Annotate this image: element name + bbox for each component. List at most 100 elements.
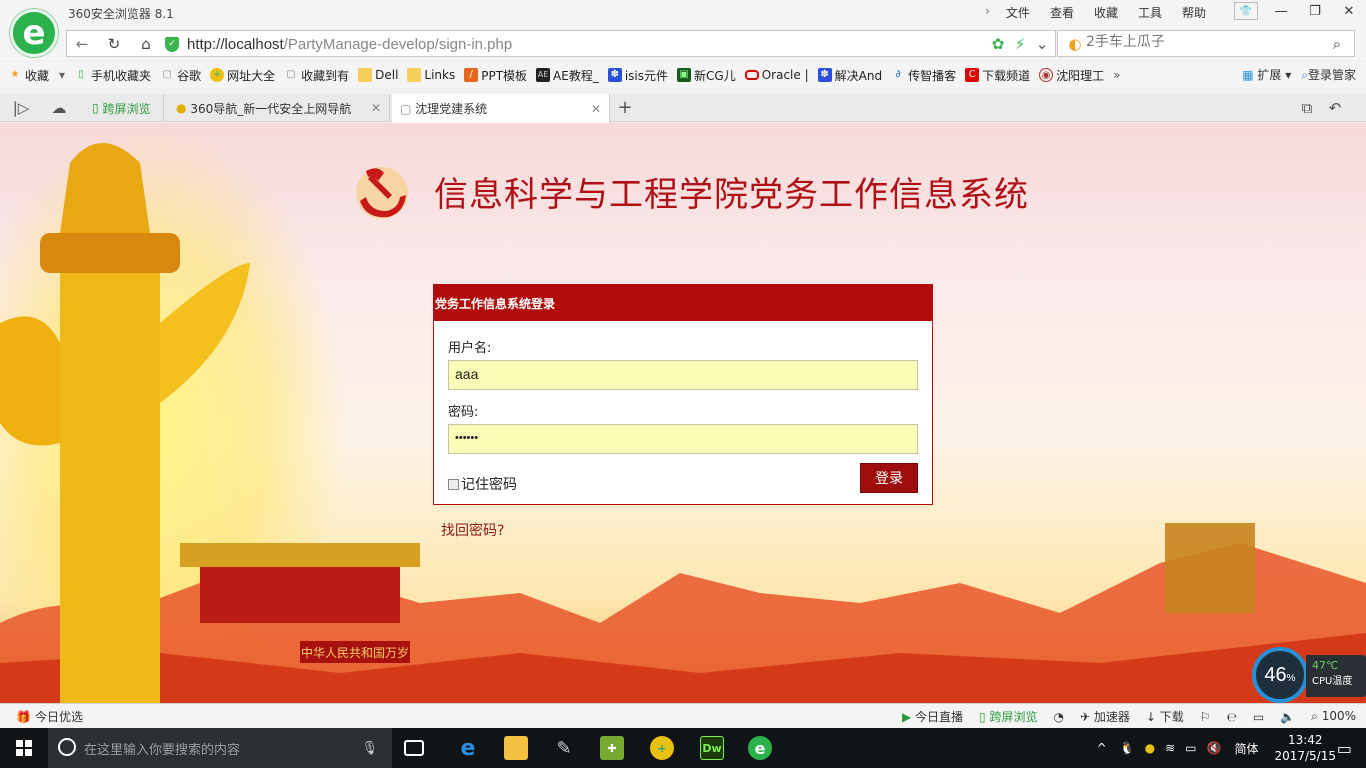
edge-icon[interactable]: e [456, 736, 480, 761]
username-input[interactable]: aaa [448, 360, 918, 390]
refresh-icon[interactable]: ↻ [101, 35, 127, 53]
paint-icon[interactable]: ✎ [552, 736, 576, 760]
login-button[interactable]: 登录 [860, 463, 918, 493]
360-tray-icon[interactable]: ● [1145, 741, 1155, 755]
menu-tools[interactable]: 工具 [1128, 4, 1172, 21]
bookmark-item[interactable]: + 网址大全 [210, 67, 275, 84]
menu-file[interactable]: 文件 [996, 4, 1040, 21]
dreamweaver-icon[interactable]: Dw [700, 736, 724, 760]
live-button[interactable]: ▶ 今日直播 [902, 708, 963, 725]
system-clock[interactable]: 13:42 2017/5/15 [1274, 732, 1336, 764]
bookmark-item[interactable]: ▣ 新CG儿 [677, 67, 736, 84]
bookmark-item[interactable]: ∂ 传智播客 [891, 67, 956, 84]
extensions-button[interactable]: ▦ 扩展 ▾ [1242, 66, 1291, 83]
puzzle-app-icon[interactable]: ✚ [600, 736, 624, 760]
search-icon[interactable]: ⌕ [1324, 35, 1350, 53]
new-tab-button[interactable]: + [612, 97, 638, 118]
close-tab-icon[interactable]: ✕ [371, 101, 381, 115]
tab-party-system[interactable]: ▢ 沈理党建系统 ✕ [392, 94, 610, 123]
chevron-down-icon[interactable]: ▾ [59, 68, 65, 82]
speaker-mute-icon[interactable]: 🔇 [1207, 741, 1222, 755]
zoom-icon: ⌕ [1311, 709, 1318, 723]
history-icon[interactable]: ◔ [1054, 710, 1064, 724]
password-label: 密码: [448, 405, 479, 420]
close-button[interactable]: ✕ [1332, 0, 1366, 22]
flag-icon[interactable]: ⚐ [1200, 710, 1211, 724]
battery-icon[interactable]: ▭ [1185, 741, 1196, 755]
accelerator-button[interactable]: ✈ 加速器 [1080, 708, 1130, 725]
file-explorer-icon[interactable] [504, 736, 528, 760]
zoom-control[interactable]: ⌕ 100% [1311, 709, 1356, 724]
wifi-icon[interactable]: ≋ [1165, 741, 1175, 755]
tab-cross-screen[interactable]: ▯ 跨屏浏览 [84, 94, 164, 122]
menu-bar: › 文件 查看 收藏 工具 帮助 [979, 4, 1216, 21]
bookmark-item[interactable]: C 下载频道 [965, 67, 1030, 84]
address-bar[interactable]: ← ↻ ⌂ ✓ http://localhost/PartyManage-dev… [66, 30, 1056, 57]
menu-favorites[interactable]: 收藏 [1084, 4, 1128, 21]
menu-help[interactable]: 帮助 [1172, 4, 1216, 21]
bookmark-item[interactable]: / PPT模板 [464, 67, 527, 84]
forgot-password-link[interactable]: 找回密码? [441, 520, 504, 540]
qq-icon[interactable]: 🐧 [1120, 741, 1135, 755]
ie-icon[interactable]: ℮ [1227, 710, 1237, 724]
bookmark-item[interactable]: ★ 收藏 ▾ [8, 67, 66, 84]
chevron-up-icon[interactable]: ^ [1097, 741, 1107, 755]
login-manager-button[interactable]: ⌕登录管家 [1301, 66, 1356, 83]
skin-icon[interactable]: 👕 [1234, 2, 1258, 20]
bookmark-item[interactable]: ✽ isis元件 [607, 67, 668, 84]
page-icon: ▢ [400, 101, 412, 116]
tab-list-icon[interactable]: ⧉ [1294, 99, 1320, 117]
maximize-button[interactable]: ❐ [1298, 0, 1332, 22]
cpu-widget[interactable]: 46% 47℃ CPU温度 [1250, 647, 1366, 703]
cross-screen-button[interactable]: ▯ 跨屏浏览 [979, 708, 1037, 725]
chevron-down-icon[interactable]: ⌄ [1029, 35, 1055, 53]
close-tab-icon[interactable]: ✕ [591, 102, 601, 116]
star-icon: ★ [10, 69, 20, 80]
microphone-icon[interactable]: 🎙 [361, 741, 378, 756]
back-icon[interactable]: ← [69, 35, 95, 53]
today-picks[interactable]: 🎁 今日优选 [16, 708, 83, 725]
taskbar-search[interactable]: 在这里输入你要搜索的内容 🎙 [48, 728, 392, 768]
cpu-temperature: 47℃ [1312, 659, 1339, 672]
ime-indicator[interactable]: 简体 [1234, 740, 1258, 757]
task-view-icon[interactable] [404, 740, 424, 756]
cpu-usage-gauge: 46% [1252, 647, 1308, 703]
search-box[interactable]: ◐ ⌕ [1057, 30, 1355, 57]
chevron-right-icon[interactable]: › [979, 4, 996, 21]
bookmark-item[interactable]: ▢ 谷歌 [160, 67, 201, 84]
bookmarks-right: ▦ 扩展 ▾ ⌕登录管家 [1242, 66, 1356, 83]
minimize-button[interactable]: — [1264, 0, 1298, 22]
gift-icon: 🎁 [16, 709, 31, 724]
search-engine-icon[interactable]: ◐ [1062, 35, 1088, 53]
undo-close-icon[interactable]: ↶ [1322, 99, 1348, 117]
home-icon[interactable]: ⌂ [133, 35, 159, 53]
cloud-icon[interactable]: ☁ [46, 99, 72, 117]
download-button[interactable]: ↓ 下载 [1146, 708, 1184, 725]
password-input[interactable]: •••••• [448, 424, 918, 454]
sidebar-toggle-icon[interactable]: |▷ [8, 99, 34, 117]
bookmark-item[interactable]: ◉ 沈阳理工 [1039, 67, 1104, 84]
tab-360-nav[interactable]: ● 360导航_新一代安全上网导航 ✕ [168, 94, 390, 122]
url-text[interactable]: http://localhost/PartyManage-develop/sig… [187, 36, 512, 53]
notification-icon[interactable]: ▭ [1337, 739, 1352, 758]
windows-start-icon[interactable] [0, 728, 48, 768]
bookmark-item[interactable]: ▯ 手机收藏夹 [74, 67, 151, 84]
bookmarks-overflow-icon[interactable]: » [1113, 68, 1120, 82]
search-input[interactable] [1086, 34, 1316, 50]
bookmark-item[interactable]: ✽ 解决And [817, 67, 882, 84]
360-security-icon[interactable]: + [650, 736, 674, 760]
remember-checkbox[interactable] [448, 478, 459, 490]
chuanzhi-icon: ∂ [895, 69, 901, 80]
bookmark-item[interactable]: AE AE教程_ [536, 67, 599, 84]
security-shield-icon[interactable]: ✓ [165, 37, 179, 52]
remember-password[interactable]: 记住密码 [448, 474, 517, 494]
menu-view[interactable]: 查看 [1040, 4, 1084, 21]
window-icon[interactable]: ▭ [1253, 710, 1264, 724]
bookmark-item[interactable]: Links [407, 68, 455, 82]
bookmark-item[interactable]: ▢ 收藏到有 [284, 67, 349, 84]
bookmark-item[interactable]: Dell [358, 68, 398, 82]
volume-icon[interactable]: 🔈 [1280, 710, 1295, 724]
bookmark-item[interactable]: Oracle | [744, 68, 809, 82]
browser-logo-icon[interactable]: e [10, 9, 58, 57]
360-browser-icon[interactable]: e [748, 736, 772, 760]
